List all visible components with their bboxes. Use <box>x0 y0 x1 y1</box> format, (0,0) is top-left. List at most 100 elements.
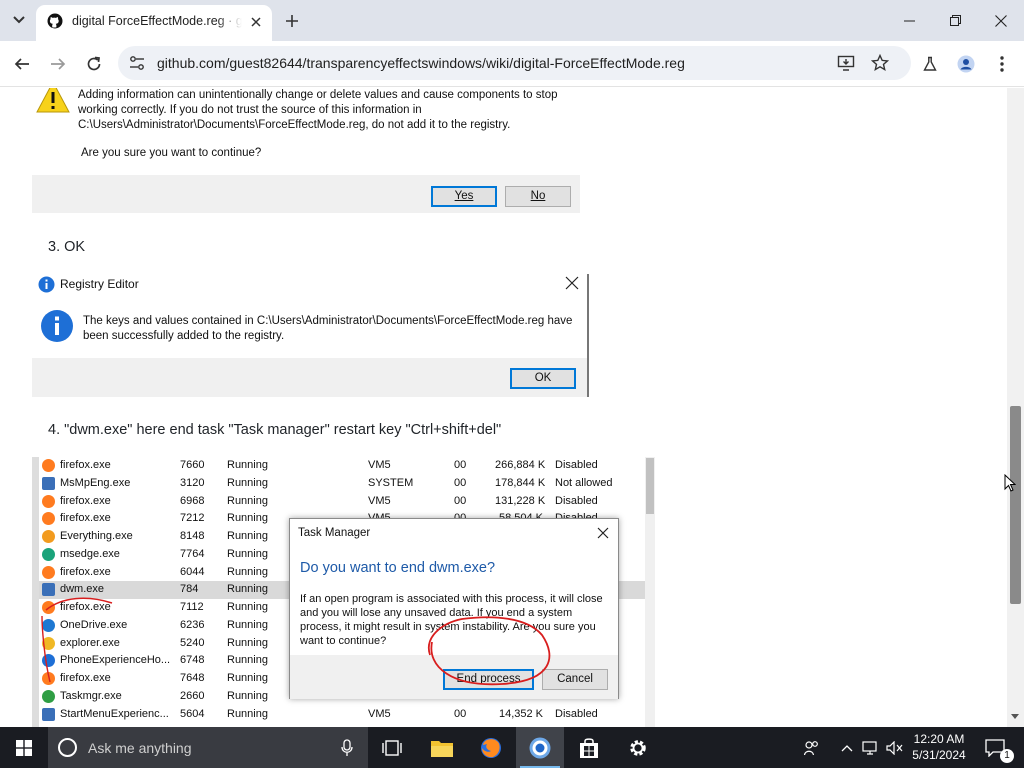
screen: digital ForceEffectMode.reg · guest82644… <box>0 0 1024 768</box>
process-name: explorer.exe <box>60 636 120 649</box>
restore-button[interactable] <box>932 0 978 41</box>
scrollbar-thumb[interactable] <box>646 458 654 514</box>
close-tab-icon[interactable] <box>248 14 264 30</box>
site-info-icon[interactable] <box>128 54 146 72</box>
address-bar[interactable]: github.com/guest82644/transparencyeffect… <box>118 46 911 80</box>
continue-question: Are you sure you want to continue? <box>81 147 262 159</box>
people-icon <box>804 740 818 755</box>
cancel-label: Cancel <box>557 673 593 685</box>
close-icon <box>995 14 1007 27</box>
page-scrollbar-thumb[interactable] <box>1010 406 1021 604</box>
process-pid: 7112 <box>180 601 204 613</box>
process-status: Running <box>227 601 268 613</box>
back-button[interactable] <box>10 52 34 76</box>
settings-taskbar-button[interactable] <box>614 727 662 768</box>
store-taskbar-button[interactable] <box>565 727 613 768</box>
notification-count-badge: 1 <box>1000 749 1014 763</box>
process-status: Running <box>227 707 268 720</box>
info-large-icon <box>41 310 73 342</box>
process-name: MsMpEng.exe <box>60 476 131 489</box>
labs-button[interactable] <box>919 53 941 75</box>
taskbar-search-box[interactable]: Ask me anything <box>48 727 368 768</box>
reload-icon <box>87 56 101 71</box>
reload-button[interactable] <box>82 52 106 76</box>
end-process-dialog: Task Manager Do you want to end dwm.exe?… <box>289 518 619 699</box>
process-row[interactable]: firefox.exe 6968 Running VM5 00 131,228 K Disa… <box>39 493 645 511</box>
chrome-icon <box>529 737 551 758</box>
process-uac: Disabled <box>555 707 598 720</box>
process-cpu: 00 <box>454 494 467 507</box>
process-row[interactable]: MsMpEng.exe 3120 Running SYSTEM 00 178,844 K N… <box>39 475 645 493</box>
process-user: VM5 <box>368 707 391 720</box>
close-icon[interactable] <box>596 526 610 540</box>
restore-icon <box>949 15 961 26</box>
file-explorer-taskbar-button[interactable] <box>418 727 466 768</box>
windows-taskbar: Ask me anything 12:20 AM 5/31/2024 1 <box>0 727 1024 768</box>
show-hidden-icons-button[interactable] <box>838 727 856 768</box>
process-name: Taskmgr.exe <box>60 689 122 702</box>
chevron-up-icon <box>841 744 853 751</box>
profile-button[interactable] <box>955 53 977 75</box>
close-icon[interactable] <box>564 275 580 291</box>
process-pid: 8148 <box>180 530 205 542</box>
folder-icon <box>42 636 55 650</box>
warning-message: Adding information can unintentionally c… <box>78 89 558 131</box>
window-icon <box>42 583 55 597</box>
network-button[interactable] <box>860 727 882 768</box>
cortana-circle-icon <box>58 738 77 757</box>
browser-menu-button[interactable] <box>991 53 1013 75</box>
process-status: Running <box>227 476 268 489</box>
task-manager-screenshot: firefox.exe 7660 Running VM5 00 266,884 K Disa… <box>32 457 655 727</box>
install-app-icon[interactable] <box>837 54 855 72</box>
cancel-button[interactable]: Cancel <box>542 669 608 690</box>
process-mem: 14,352 K <box>498 707 543 720</box>
process-status: Running <box>227 459 268 471</box>
process-status: Running <box>227 547 268 560</box>
firefox-icon <box>42 512 55 526</box>
task-view-icon <box>382 739 402 756</box>
volume-muted-icon <box>886 740 903 755</box>
process-list-scrollbar[interactable] <box>645 457 655 727</box>
bookmark-star-icon[interactable] <box>871 54 889 72</box>
edge-icon <box>42 547 55 561</box>
registry-success-screenshot: Registry Editor The keys and values cont… <box>32 274 589 397</box>
process-pid: 6748 <box>180 654 205 667</box>
scroll-down-arrow-icon[interactable] <box>1011 714 1019 719</box>
dialog-body: If an open program is associated with th… <box>300 593 603 647</box>
ok-button[interactable]: OK <box>510 368 576 389</box>
process-pid: 5240 <box>180 636 205 649</box>
process-pid: 6968 <box>180 494 205 507</box>
tab-search-button[interactable] <box>6 8 32 32</box>
warning-icon <box>36 88 70 113</box>
close-window-button[interactable] <box>978 0 1024 41</box>
profile-icon <box>957 55 975 73</box>
volume-button[interactable] <box>884 727 906 768</box>
arrow-right-icon <box>51 58 66 70</box>
microphone-icon[interactable] <box>341 739 353 757</box>
yes-button[interactable]: Yes <box>431 186 497 207</box>
taskmgr-icon <box>42 689 55 703</box>
info-icon <box>38 276 55 293</box>
firefox-icon <box>42 601 55 614</box>
page-scrollbar[interactable] <box>1007 88 1024 727</box>
start-button[interactable] <box>0 727 48 768</box>
firefox-taskbar-button[interactable] <box>467 727 515 768</box>
process-cpu: 00 <box>454 459 467 471</box>
no-button[interactable]: No <box>505 186 571 207</box>
end-process-button[interactable]: End process <box>443 669 534 690</box>
taskbar-clock[interactable]: 12:20 AM 5/31/2024 <box>905 731 973 763</box>
process-user: VM5 <box>368 459 391 471</box>
new-tab-button[interactable] <box>281 10 303 32</box>
task-view-button[interactable] <box>368 727 416 768</box>
chrome-taskbar-button[interactable] <box>516 727 564 768</box>
process-row[interactable]: firefox.exe 7660 Running VM5 00 266,884 K Disa… <box>39 457 645 475</box>
process-row[interactable]: StartMenuExperienc... 5604 Running VM5 00 14,… <box>39 706 645 724</box>
window-controls <box>886 0 1024 41</box>
people-button[interactable] <box>800 727 824 768</box>
browser-tab[interactable]: digital ForceEffectMode.reg · guest82644… <box>36 5 272 41</box>
process-name: firefox.exe <box>60 512 111 525</box>
forward-button[interactable] <box>46 52 70 76</box>
minimize-button[interactable] <box>886 0 932 41</box>
dialog-question: Do you want to end dwm.exe? <box>300 560 496 576</box>
action-center-button[interactable]: 1 <box>980 727 1014 768</box>
